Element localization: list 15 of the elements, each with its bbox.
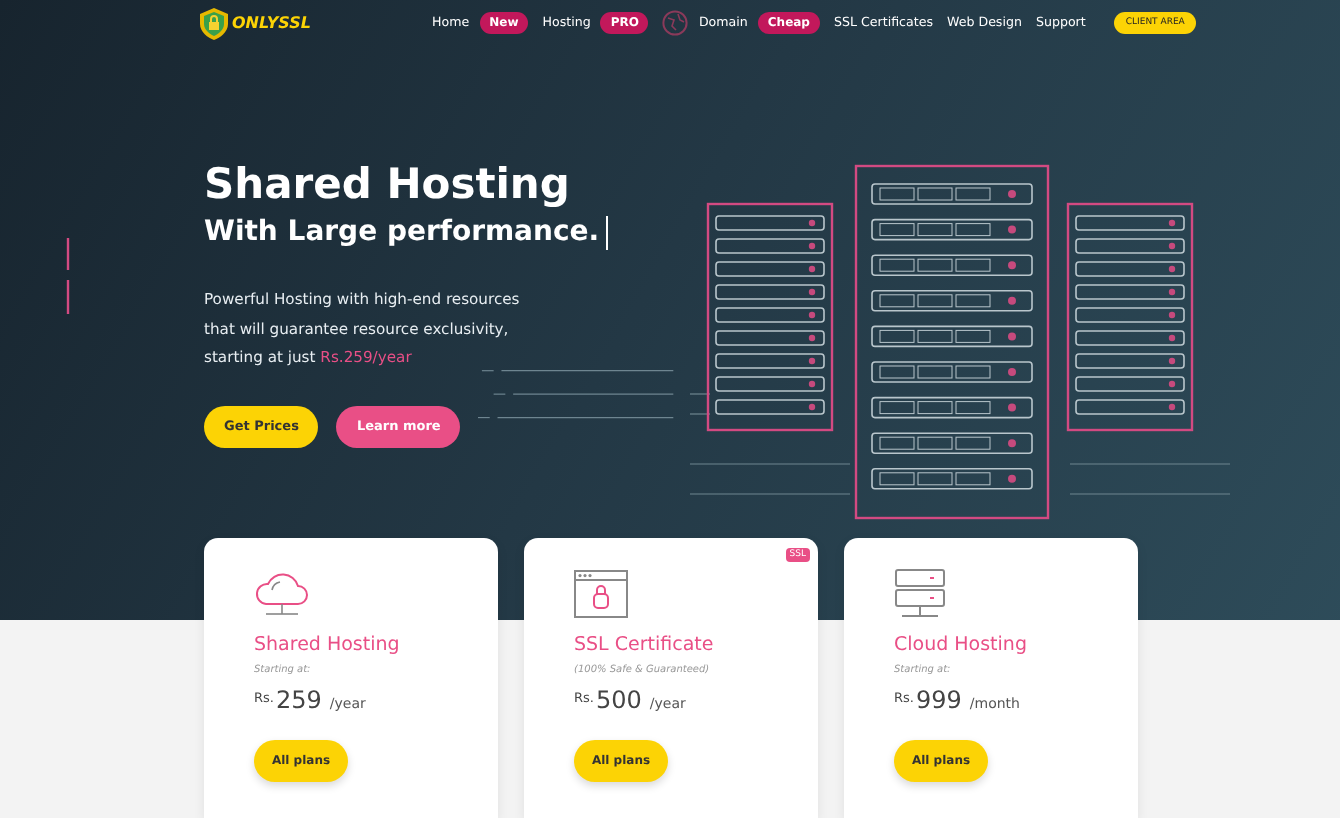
- hero-title: Shared Hosting: [204, 158, 572, 213]
- globe-icon: [662, 10, 689, 37]
- shield-logo-icon: [200, 7, 228, 40]
- plan-price: 500: [595, 686, 642, 714]
- plan-price: 999: [915, 686, 962, 714]
- plan-price: 259: [275, 686, 322, 714]
- plan-title: Cloud Hosting: [894, 634, 1029, 656]
- logo-text: ONLYSSL: [232, 14, 311, 33]
- cloud-icon: [254, 568, 310, 620]
- plan-title: SSL Certificate: [574, 634, 716, 656]
- server-icon: [894, 568, 946, 620]
- plan-title: Shared Hosting: [254, 634, 402, 656]
- accent-lines-icon: [66, 238, 74, 315]
- hero-subtitle: With Large performance.: [204, 214, 600, 253]
- padlock-window-icon: [574, 568, 628, 620]
